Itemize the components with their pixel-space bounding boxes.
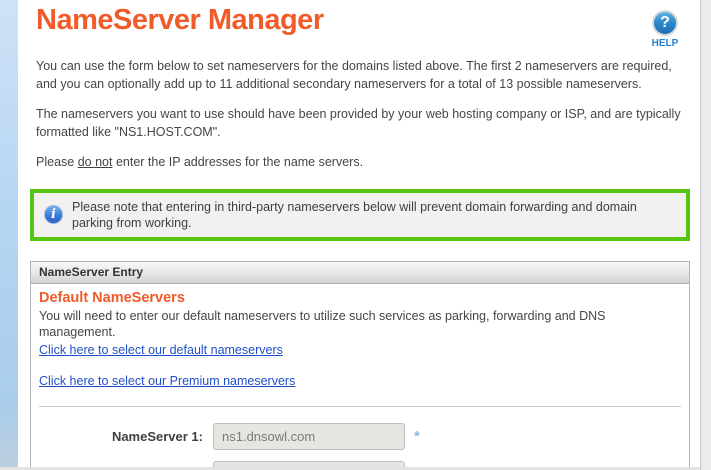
nameserver-entry-body: Default NameServers You will need to ent… (31, 284, 689, 470)
main-content: NameServer Manager ? HELP You can use th… (18, 0, 700, 470)
intro-paragraph-2: The nameservers you want to use should h… (36, 106, 694, 141)
page-header: NameServer Manager ? HELP (30, 4, 700, 58)
intro-p3-prefix: Please (36, 155, 78, 169)
nameserver-1-row: NameServer 1: * (39, 423, 681, 450)
divider (39, 406, 681, 407)
nameserver-entry-header: NameServer Entry (31, 262, 689, 284)
select-default-nameservers-link[interactable]: Click here to select our default nameser… (39, 343, 283, 357)
page: NameServer Manager ? HELP You can use th… (0, 0, 711, 470)
page-title: NameServer Manager (36, 4, 700, 37)
left-sidebar-strip (0, 0, 18, 470)
intro-paragraph-1: You can use the form below to set namese… (36, 58, 694, 93)
nameserver-entry-section: NameServer Entry Default NameServers You… (30, 261, 690, 470)
info-icon: i (44, 205, 63, 224)
select-premium-nameservers-link[interactable]: Click here to select our Premium nameser… (39, 374, 295, 388)
intro-paragraph-3: Please do not enter the IP addresses for… (36, 154, 694, 172)
default-nameservers-heading: Default NameServers (39, 290, 681, 306)
notice-text: Please note that entering in third-party… (72, 199, 676, 231)
nameserver-1-input[interactable] (213, 423, 405, 450)
default-nameservers-description: You will need to enter our default names… (39, 308, 681, 340)
help-label: HELP (644, 38, 686, 49)
help-button[interactable]: ? HELP (644, 10, 686, 49)
intro-p3-suffix: enter the IP addresses for the name serv… (112, 155, 363, 169)
do-not-emphasis: do not (78, 155, 113, 169)
nameserver-1-label: NameServer 1: (39, 429, 203, 444)
help-icon[interactable]: ? (652, 10, 678, 36)
notice-box: i Please note that entering in third-par… (30, 189, 690, 241)
required-asterisk-1: * (414, 423, 420, 450)
scrollbar-track[interactable] (700, 0, 711, 470)
